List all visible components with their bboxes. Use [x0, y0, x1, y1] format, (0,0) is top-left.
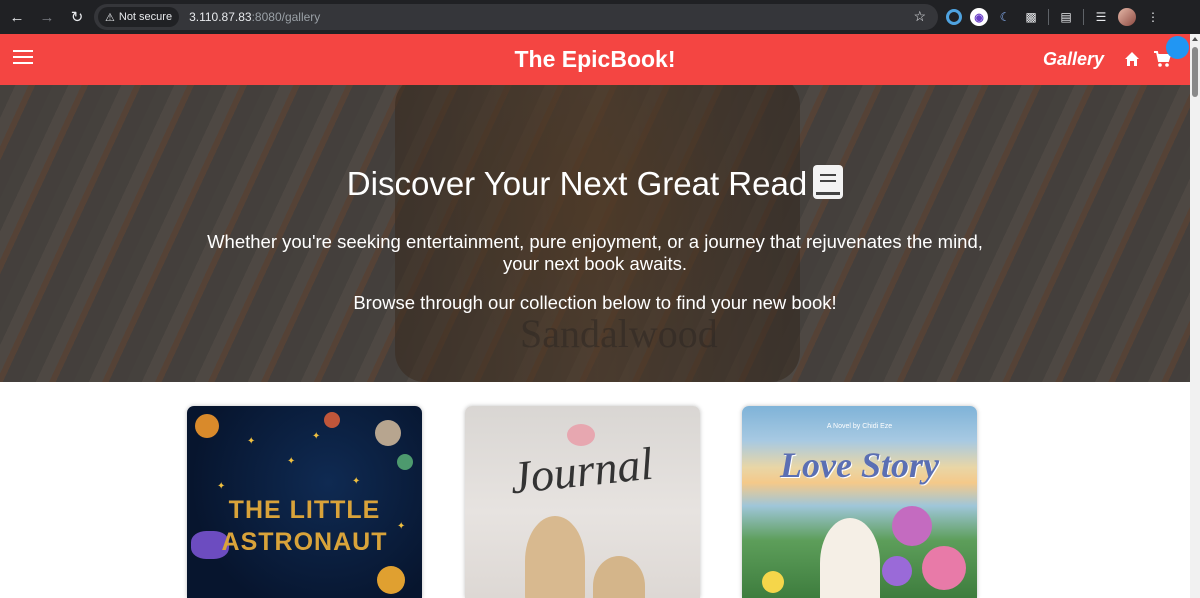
more-menu-icon[interactable]: ⋮ — [1144, 8, 1162, 26]
flower-icon — [882, 556, 912, 586]
star-icon[interactable]: ☆ — [913, 8, 926, 25]
scrollbar-thumb[interactable] — [1192, 47, 1198, 97]
hero-title: Discover Your Next Great Read — [0, 165, 1190, 203]
security-chip[interactable]: ⚠ Not secure — [98, 7, 180, 27]
toolbar-divider — [1083, 9, 1084, 25]
reading-mode-icon[interactable]: ▤ — [1057, 8, 1075, 26]
girl-illustration — [593, 556, 645, 598]
home-icon[interactable] — [1124, 51, 1140, 67]
moon-extension-icon[interactable]: ☾ — [996, 8, 1014, 26]
star-icon: ✦ — [312, 431, 321, 442]
security-label: Not secure — [118, 11, 173, 23]
book-card-love-story[interactable]: A Novel by Chidi Eze Love Story — [742, 406, 977, 598]
planet-icon — [375, 420, 401, 446]
flower-icon — [892, 506, 932, 546]
chrome-extension-icon[interactable] — [946, 9, 962, 25]
star-icon: ✦ — [287, 456, 296, 467]
toolbar-divider — [1048, 9, 1049, 25]
star-icon: ✦ — [352, 476, 361, 487]
reload-icon[interactable]: ↻ — [64, 4, 90, 30]
hero-banner: Sandalwood Discover Your Next Great Read… — [0, 85, 1190, 382]
book-card-little-astronaut[interactable]: ✦ ✦ ✦ ✦ ✦ ✦ THE LITTLE ASTRONAUT — [187, 406, 422, 598]
globe-extension-icon[interactable]: ◉ — [970, 8, 988, 26]
star-icon: ✦ — [247, 436, 256, 447]
woman-illustration — [820, 518, 880, 598]
book-title: Journal — [507, 437, 656, 504]
back-arrow-icon[interactable]: ← — [4, 4, 30, 30]
extension-icons: ◉ ☾ ▩ ▤ ☰ ⋮ — [946, 5, 1162, 29]
browser-toolbar: ← → ↻ ⚠ Not secure 3.110.87.83:8080/gall… — [0, 0, 1200, 34]
puzzle-icon[interactable]: ▩ — [1022, 8, 1040, 26]
app-title: The EpicBook! — [514, 46, 676, 72]
url-text[interactable]: 3.110.87.83:8080/gallery — [189, 10, 320, 24]
book-icon — [813, 165, 844, 199]
girl-illustration — [525, 516, 585, 598]
forward-arrow-icon[interactable]: → — [34, 4, 60, 30]
warning-icon: ⚠ — [105, 11, 115, 24]
address-bar[interactable]: ⚠ Not secure 3.110.87.83:8080/gallery ☆ — [94, 4, 938, 30]
planet-icon — [195, 414, 219, 438]
planet-icon — [397, 454, 413, 470]
book-title: THE LITTLE ASTRONAUT — [221, 496, 388, 556]
planet-icon — [377, 566, 405, 594]
media-icon[interactable]: ☰ — [1092, 8, 1110, 26]
book-title: Love Story — [780, 445, 939, 485]
star-icon: ✦ — [217, 481, 226, 492]
book-author: A Novel by Chidi Eze — [826, 423, 893, 430]
profile-avatar[interactable] — [1118, 8, 1136, 26]
book-card-journal[interactable]: Journal — [465, 406, 700, 598]
planet-icon — [324, 412, 340, 428]
hero-browse-text: Browse through our collection below to f… — [353, 292, 837, 313]
notification-badge[interactable] — [1166, 36, 1189, 59]
hero-subtitle: Whether you're seeking entertainment, pu… — [207, 231, 983, 274]
page-scrollbar[interactable] — [1190, 34, 1200, 598]
app-header: The EpicBook! Gallery — [0, 34, 1190, 85]
gallery-link[interactable]: Gallery — [1043, 49, 1104, 70]
scroll-up-arrow-icon[interactable] — [1192, 37, 1198, 41]
flower-icon — [922, 546, 966, 590]
flower-icon — [762, 571, 784, 593]
